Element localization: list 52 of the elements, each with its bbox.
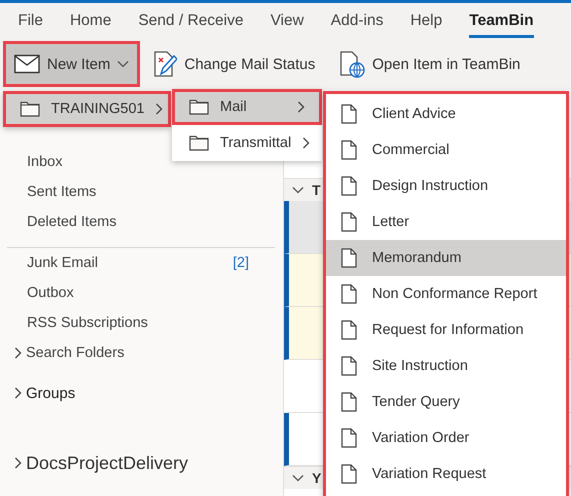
nav-item[interactable]: Deleted Items	[0, 207, 283, 237]
folder-icon	[20, 101, 40, 117]
menu-tab[interactable]: View	[270, 8, 304, 38]
folder-icon	[189, 99, 209, 115]
nav-item[interactable]: Outbox	[0, 278, 283, 308]
menu-item[interactable]: Design Instruction	[326, 168, 566, 204]
chevron-icon	[14, 347, 22, 359]
chevron-icon	[14, 457, 22, 469]
ribbon-button[interactable]: Open Item in TeamBin	[328, 41, 532, 87]
document-icon	[341, 464, 357, 484]
menu-tab[interactable]: File	[18, 8, 43, 38]
menu-item[interactable]: Site Instruction	[326, 348, 566, 384]
nav-item[interactable]: Groups	[0, 378, 283, 408]
menu-item[interactable]: Non Conformance Report	[326, 276, 566, 312]
menu-item[interactable]: TRAINING501	[3, 91, 171, 127]
menu-item[interactable]: Memorandum	[326, 240, 566, 276]
envelope-icon	[14, 54, 40, 74]
menu-item[interactable]: Client Advice	[326, 96, 566, 132]
document-icon	[341, 212, 357, 232]
chevron-icon	[292, 186, 304, 194]
document-icon	[341, 392, 357, 412]
nav-item[interactable]: Sent Items	[0, 177, 283, 207]
menu-item[interactable]: Letter	[326, 204, 566, 240]
ribbon-button[interactable]: Change Mail Status	[142, 41, 326, 87]
chevron-icon	[292, 474, 304, 482]
document-icon	[341, 248, 357, 268]
document-icon	[341, 428, 357, 448]
document-icon	[341, 140, 357, 160]
document-globe-icon	[339, 50, 366, 78]
nav-item[interactable]: RSS Subscriptions	[0, 308, 283, 338]
menu-item[interactable]: Commercial	[326, 132, 566, 168]
document-pencil-icon	[153, 50, 178, 78]
nav-item[interactable]: Search Folders	[0, 338, 283, 368]
menu-item[interactable]: Variation Order	[326, 420, 566, 456]
chevron-icon	[14, 387, 22, 399]
menu-item[interactable]: Tender Query	[326, 384, 566, 420]
menu-item[interactable]: Mail	[172, 89, 322, 125]
menu-tab[interactable]: Help	[410, 8, 442, 38]
nav-item[interactable]: DocsProjectDelivery	[0, 448, 283, 478]
menu-tab[interactable]: Add-ins	[330, 8, 384, 38]
document-icon	[341, 356, 357, 376]
ribbon-button[interactable]: New Item	[3, 41, 140, 87]
document-icon	[341, 284, 357, 304]
menu-tab[interactable]: Send / Receive	[138, 8, 244, 38]
document-icon	[341, 104, 357, 124]
menu-item[interactable]: Variation Request	[326, 456, 566, 492]
document-icon	[341, 320, 357, 340]
document-icon	[341, 176, 357, 196]
menu-item[interactable]: Request for Information	[326, 312, 566, 348]
nav-item[interactable]: Junk Email [2]	[0, 248, 283, 278]
menu-tab[interactable]: Home	[70, 8, 112, 38]
folder-icon	[189, 135, 209, 151]
